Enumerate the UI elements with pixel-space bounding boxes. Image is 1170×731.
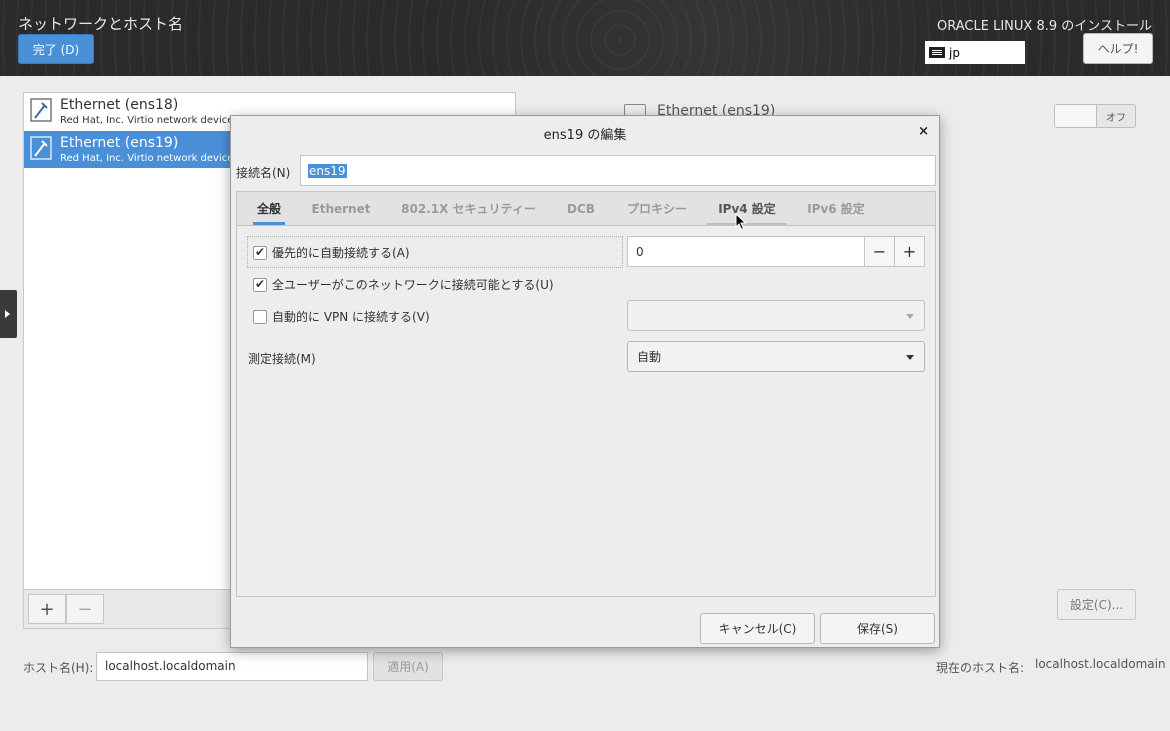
connection-name-input[interactable]: ens19 bbox=[300, 155, 936, 186]
hostname-label: ホスト名(H): bbox=[23, 661, 94, 675]
switch-knob bbox=[1055, 105, 1097, 127]
current-hostname-value: localhost.localdomain bbox=[1035, 657, 1166, 671]
vpn-checkbox[interactable] bbox=[253, 309, 267, 324]
tab-proxy[interactable]: プロキシー bbox=[618, 192, 696, 225]
priority-value[interactable]: 0 bbox=[628, 237, 864, 266]
device-name: Ethernet (ens19) bbox=[60, 135, 179, 151]
tab-ipv6-settings[interactable]: IPv6 設定 bbox=[799, 192, 873, 225]
dialog-title: ens19 の編集 bbox=[543, 128, 627, 143]
product-title: ORACLE LINUX 8.9 のインストール bbox=[937, 19, 1152, 34]
device-desc: Red Hat, Inc. Virtio network device bbox=[60, 115, 234, 126]
priority-increment-button[interactable]: + bbox=[894, 237, 924, 266]
general-tab-panel: 優先的に自動接続する(A) 0 − + 全ユーザーがこのネットワークに接続可能と… bbox=[236, 226, 936, 597]
remove-device-button[interactable]: − bbox=[66, 594, 104, 624]
vpn-select[interactable] bbox=[627, 300, 925, 331]
current-hostname-label: 現在のホスト名: bbox=[936, 661, 1025, 675]
all-users-checkbox[interactable] bbox=[253, 277, 267, 292]
all-users-label: 全ユーザーがこのネットワークに接続可能とする(U) bbox=[272, 278, 554, 292]
tab-dcb[interactable]: DCB bbox=[559, 192, 603, 225]
hostname-input[interactable]: localhost.localdomain bbox=[96, 652, 368, 681]
auto-connect-checkbox[interactable] bbox=[253, 245, 267, 260]
all-users-checkbox-row[interactable]: 全ユーザーがこのネットワークに接続可能とする(U) bbox=[253, 276, 554, 293]
metered-connection-label: 測定接続(M) bbox=[248, 352, 316, 366]
save-button[interactable]: 保存(S) bbox=[820, 613, 935, 644]
tab-8021x-security[interactable]: 802.1X セキュリティー bbox=[392, 192, 545, 225]
tab-general[interactable]: 全般 bbox=[247, 192, 291, 225]
tab-ethernet[interactable]: Ethernet bbox=[303, 192, 379, 225]
metered-connection-select[interactable]: 自動 bbox=[627, 341, 925, 372]
priority-decrement-button[interactable]: − bbox=[864, 237, 894, 266]
device-desc: Red Hat, Inc. Virtio network device bbox=[60, 153, 234, 164]
connection-name-label: 接続名(N) bbox=[236, 166, 291, 180]
vpn-checkbox-row[interactable]: 自動的に VPN に接続する(V) bbox=[253, 308, 430, 325]
done-button[interactable]: 完了 (D) bbox=[18, 34, 94, 64]
keyboard-icon bbox=[929, 47, 945, 58]
auto-connect-checkbox-row[interactable]: 優先的に自動接続する(A) bbox=[253, 244, 410, 261]
vpn-label: 自動的に VPN に接続する(V) bbox=[272, 310, 430, 324]
keyboard-layout-value: jp bbox=[949, 45, 960, 60]
header-bar: ネットワークとホスト名 完了 (D) ORACLE LINUX 8.9 のインス… bbox=[0, 0, 1170, 76]
metered-connection-value: 自動 bbox=[637, 350, 662, 364]
priority-spinbutton[interactable]: 0 − + bbox=[627, 236, 925, 267]
mouse-pointer-icon bbox=[735, 213, 747, 231]
edit-connection-dialog: ens19 の編集 × 接続名(N) ens19 全般 Ethernet 802… bbox=[230, 115, 940, 648]
page-title: ネットワークとホスト名 bbox=[18, 15, 184, 33]
add-device-button[interactable]: + bbox=[28, 594, 66, 624]
keyboard-layout-indicator[interactable]: jp bbox=[925, 41, 1025, 64]
connection-switch[interactable]: オフ bbox=[1054, 104, 1136, 128]
apply-hostname-button[interactable]: 適用(A) bbox=[373, 652, 443, 681]
auto-connect-label: 優先的に自動接続する(A) bbox=[272, 246, 410, 260]
settings-button[interactable]: 設定(C)... bbox=[1057, 589, 1136, 620]
ethernet-icon bbox=[30, 98, 52, 122]
tab-ipv4-settings[interactable]: IPv4 設定 bbox=[707, 192, 787, 225]
connection-name-value: ens19 bbox=[308, 163, 347, 178]
sidebar-toggle[interactable] bbox=[0, 290, 17, 338]
cancel-button[interactable]: キャンセル(C) bbox=[700, 613, 815, 644]
ethernet-icon bbox=[30, 136, 52, 160]
help-button[interactable]: ヘルプ! bbox=[1083, 33, 1153, 64]
device-name: Ethernet (ens18) bbox=[60, 97, 179, 113]
switch-label: オフ bbox=[1106, 112, 1126, 124]
tab-bar: 全般 Ethernet 802.1X セキュリティー DCB プロキシー IPv… bbox=[236, 191, 936, 226]
close-icon[interactable]: × bbox=[918, 124, 929, 139]
